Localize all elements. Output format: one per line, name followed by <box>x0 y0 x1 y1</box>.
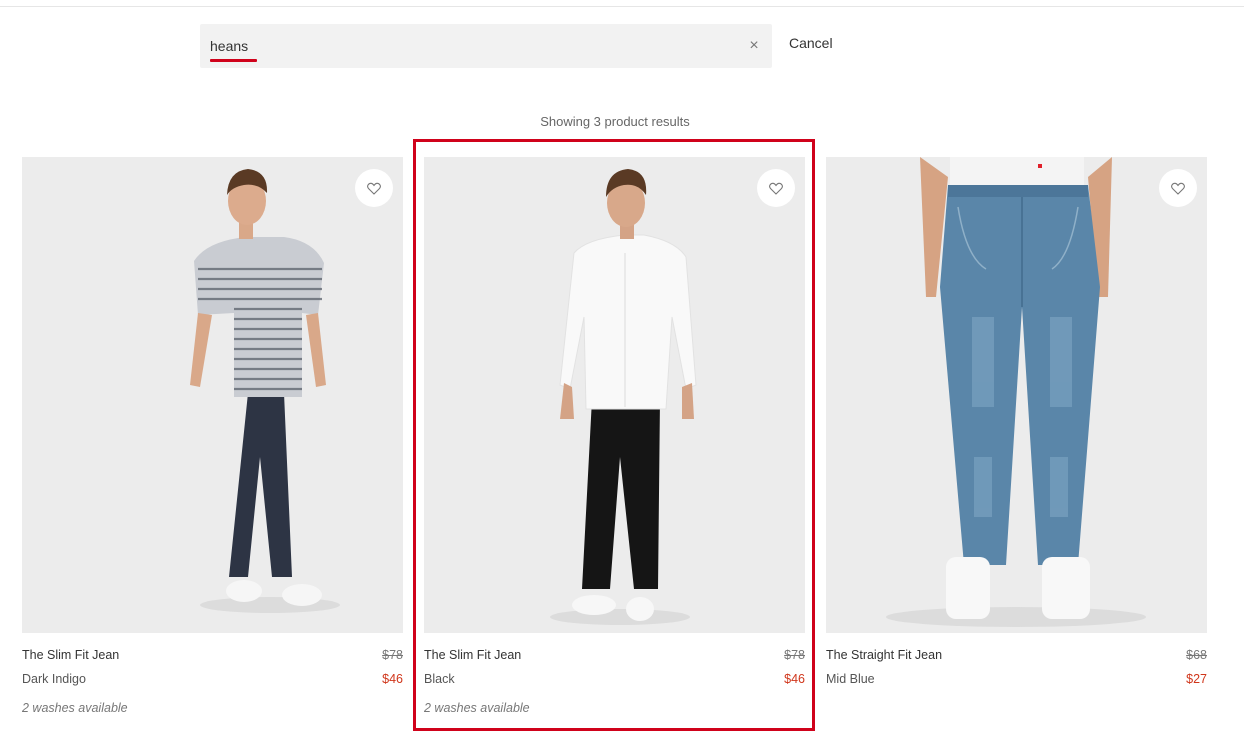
results-summary: Showing 3 product results <box>540 114 690 129</box>
product-image[interactable] <box>826 157 1207 633</box>
product-color: Black <box>424 672 455 686</box>
top-divider <box>0 6 1244 7</box>
sale-price: $46 <box>784 672 805 686</box>
heart-icon <box>1171 182 1185 195</box>
washes-available: 2 washes available <box>424 701 530 715</box>
product-card[interactable]: The Slim Fit Jean Black 2 washes availab… <box>424 157 805 715</box>
wishlist-button[interactable] <box>757 169 795 207</box>
product-card[interactable]: The Straight Fit Jean Mid Blue $68 $27 <box>826 157 1207 712</box>
product-name[interactable]: The Slim Fit Jean <box>22 648 119 662</box>
washes-available: 2 washes available <box>22 701 128 715</box>
original-price: $78 <box>784 648 805 662</box>
search-bar[interactable]: × <box>200 24 772 68</box>
clear-search-icon[interactable]: × <box>744 36 764 56</box>
original-price: $78 <box>382 648 403 662</box>
sale-price: $27 <box>1186 672 1207 686</box>
product-image[interactable] <box>22 157 403 633</box>
product-name[interactable]: The Slim Fit Jean <box>424 648 521 662</box>
wishlist-button[interactable] <box>1159 169 1197 207</box>
product-color: Mid Blue <box>826 672 875 686</box>
heart-icon <box>769 182 783 195</box>
product-name[interactable]: The Straight Fit Jean <box>826 648 942 662</box>
heart-icon <box>367 182 381 195</box>
wishlist-button[interactable] <box>355 169 393 207</box>
annotation-dot <box>1038 164 1042 168</box>
sale-price: $46 <box>382 672 403 686</box>
cancel-button[interactable]: Cancel <box>789 35 833 51</box>
product-color: Dark Indigo <box>22 672 86 686</box>
product-card[interactable]: The Slim Fit Jean Dark Indigo 2 washes a… <box>22 157 403 715</box>
spellcheck-underline <box>210 59 257 62</box>
search-input[interactable] <box>210 24 730 68</box>
product-image[interactable] <box>424 157 805 633</box>
original-price: $68 <box>1186 648 1207 662</box>
